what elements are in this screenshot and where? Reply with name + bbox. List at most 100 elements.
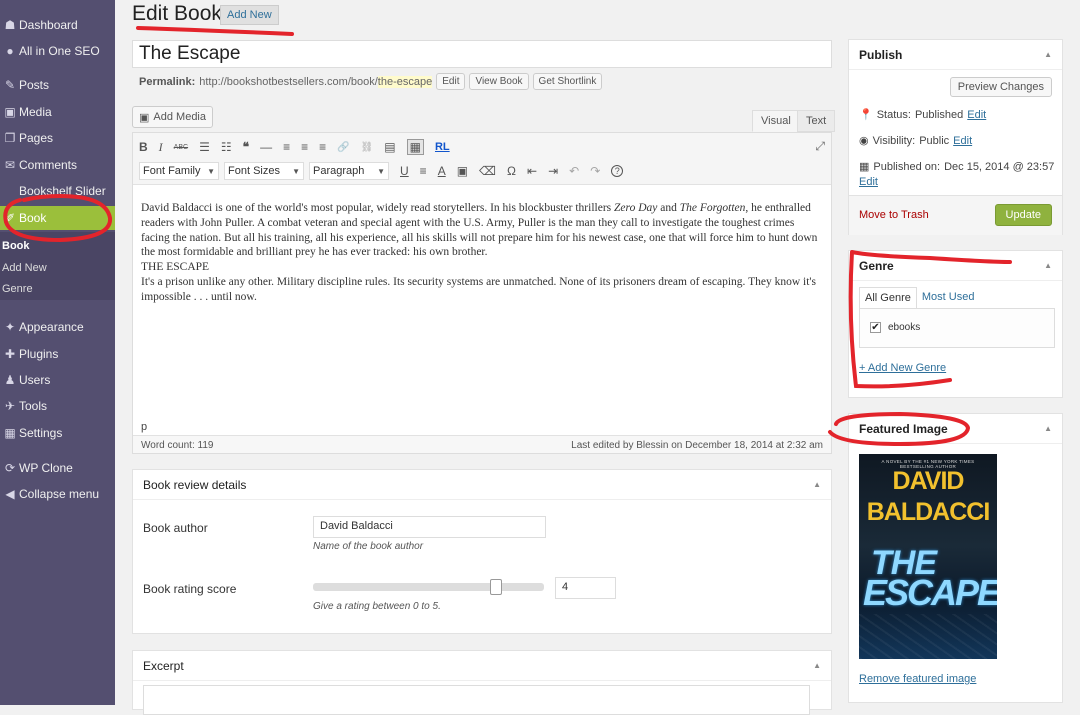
editor-content[interactable]: David Baldacci is one of the world's mos… [141,201,825,305]
tab-all-genre[interactable]: All Genre [859,287,917,309]
content-paragraph: David Baldacci is one of the world's mos… [141,201,825,260]
seo-icon: ● [6,44,14,58]
move-to-trash-link[interactable]: Move to Trash [859,209,929,221]
submenu-add-new[interactable]: Add New [0,262,47,274]
text-color-button[interactable]: A [438,164,446,178]
get-shortlink-button[interactable]: Get Shortlink [532,73,603,90]
ebooks-label[interactable]: ebooks [888,322,920,333]
content-paragraph: It's a prison unlike any other. Military… [141,275,816,303]
book-author-label: Book author [143,521,208,535]
sidebar-item-dashboard[interactable]: ☗ Dashboard [0,13,115,37]
sidebar-item-media[interactable]: ▣ Media [0,100,115,124]
blockquote-button[interactable]: ❝ [243,140,249,154]
align-left-button[interactable]: ≡ [283,140,290,154]
toolbar-toggle-button[interactable]: ▦ [406,139,424,155]
add-new-genre-link[interactable]: + Add New Genre [859,362,946,374]
submenu-genre[interactable]: Genre [0,283,33,295]
preview-changes-button[interactable]: Preview Changes [949,77,1052,97]
underline-button[interactable]: U [400,164,409,178]
format-select[interactable]: Paragraph ▼ [309,162,389,180]
justify-button[interactable]: ≡ [420,164,427,178]
book-author-input[interactable]: David Baldacci [313,516,546,538]
read-more-button[interactable]: ▤ [384,140,395,154]
bullet-list-button[interactable]: ☰ [199,140,210,154]
sidebar-collapse-menu[interactable]: ◀ Collapse menu [0,482,115,506]
excerpt-textarea[interactable] [143,685,810,715]
sidebar-item-posts[interactable]: ✎ Posts [0,73,115,97]
help-button[interactable]: ? [611,165,624,177]
permalink-edit-button[interactable]: Edit [436,73,466,90]
publish-header[interactable]: Publish ▲ [849,40,1062,70]
align-center-button[interactable]: ≡ [301,140,308,154]
font-family-select[interactable]: Font Family ▼ [139,162,219,180]
italic-button[interactable]: I [159,140,163,155]
sidebar-item-wp-clone[interactable]: ⟳ WP Clone [0,456,115,480]
submenu-book[interactable]: Book [0,240,30,252]
sidebar-item-label: Collapse menu [19,487,100,501]
redo-button[interactable]: ↷ [590,164,600,178]
book-author-hint: Name of the book author [313,541,424,552]
outdent-button[interactable]: ⇤ [527,164,537,178]
sidebar-item-settings[interactable]: ▦ Settings [0,421,115,445]
visibility-value: Public [919,134,950,147]
toggle-arrow-icon[interactable]: ▲ [1044,424,1052,433]
sidebar-item-appearance[interactable]: ✦ Appearance [0,315,115,339]
visibility-label: Visibility: [872,134,916,147]
cover-cracked-ground [859,614,997,659]
featured-image-header[interactable]: Featured Image ▲ [849,414,1062,444]
toggle-arrow-icon[interactable]: ▲ [813,661,821,670]
paste-text-button[interactable]: ▣ [457,164,468,178]
tab-text[interactable]: Text [797,110,836,132]
published-edit-link[interactable]: Edit [859,176,878,188]
editor-toolbar: B I ABC ☰ ☷ ❝ — ≡ ≡ ≡ 🔗 ⛓ ▤ ▦ RL ⤢ Font … [133,133,831,185]
tab-visual[interactable]: Visual [752,110,800,132]
sidebar-item-comments[interactable]: ✉ Comments [0,153,115,177]
font-size-select[interactable]: Font Sizes ▼ [224,162,304,180]
unlink-icon[interactable]: ⛓ [361,142,374,153]
book-review-header[interactable]: Book review details ▲ [133,470,831,500]
status-edit-link[interactable]: Edit [967,109,986,121]
genre-header[interactable]: Genre ▲ [849,251,1062,281]
view-book-button[interactable]: View Book [469,73,529,90]
rating-slider-handle[interactable] [490,579,503,595]
sidebar-item-book[interactable]: ✐ Book [0,206,115,230]
toggle-arrow-icon[interactable]: ▲ [1044,50,1052,59]
sidebar-item-plugins[interactable]: ✚ Plugins [0,342,115,366]
toggle-arrow-icon[interactable]: ▲ [813,480,821,489]
sidebar-item-seo[interactable]: ● All in One SEO [0,39,115,63]
link-icon[interactable]: 🔗 [337,142,349,153]
bold-button[interactable]: B [139,140,148,154]
sidebar-item-users[interactable]: ♟ Users [0,368,115,392]
clear-formatting-button[interactable]: ⌫ [479,164,496,178]
ebooks-checkbox[interactable]: ✔ [870,322,881,333]
toggle-arrow-icon[interactable]: ▲ [1044,261,1052,270]
align-right-button[interactable]: ≡ [319,140,326,154]
post-title-input[interactable]: The Escape [132,40,832,68]
numbered-list-button[interactable]: ☷ [221,140,232,154]
editor-statusbar: Word count: 119 Last edited by Blessin o… [133,435,831,453]
tab-most-used[interactable]: Most Used [917,287,980,309]
rtl-button[interactable]: RL [435,141,450,153]
update-button[interactable]: Update [994,204,1052,226]
fullscreen-icon[interactable]: ⤢ [815,139,825,154]
indent-button[interactable]: ⇥ [548,164,558,178]
rating-slider[interactable] [313,579,544,595]
excerpt-header[interactable]: Excerpt ▲ [133,651,831,681]
add-new-button[interactable]: Add New [220,5,279,25]
remove-featured-image-link[interactable]: Remove featured image [859,673,976,685]
sidebar-item-bookshelf-slider[interactable]: Bookshelf Slider [0,179,115,203]
add-media-button[interactable]: ▣ Add Media [132,106,213,128]
featured-image-thumbnail[interactable]: A NOVEL BY THE #1 NEW YORK TIMES BESTSEL… [859,454,997,659]
visibility-edit-link[interactable]: Edit [953,135,972,147]
strikethrough-button[interactable]: ABC [174,144,188,151]
pages-icon: ❐ [4,131,16,145]
special-character-button[interactable]: Ω [507,164,516,178]
undo-button[interactable]: ↶ [569,164,579,178]
horizontal-line-button[interactable]: — [260,140,272,154]
sidebar-item-tools[interactable]: ✈ Tools [0,394,115,418]
wpclone-icon: ⟳ [4,461,16,475]
book-rating-input[interactable]: 4 [555,577,616,599]
sidebar-item-pages[interactable]: ❐ Pages [0,126,115,150]
permalink-slug[interactable]: the-escape [377,75,433,88]
book-rating-label: Book rating score [143,582,237,596]
